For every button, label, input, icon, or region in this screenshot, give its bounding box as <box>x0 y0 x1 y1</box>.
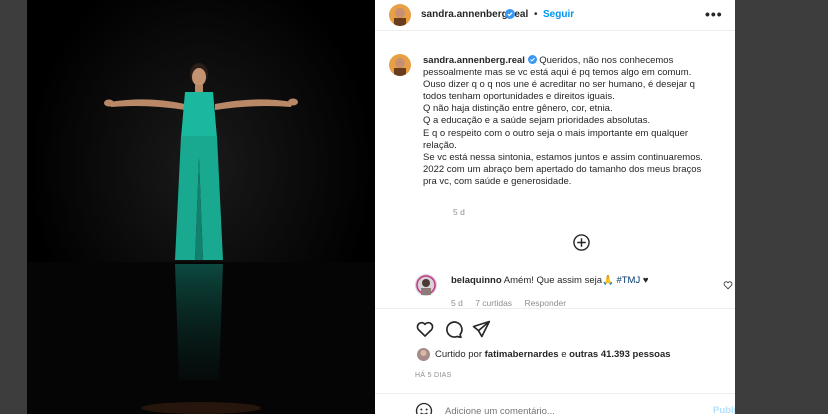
avatar[interactable] <box>417 348 430 361</box>
verified-badge-icon <box>527 55 537 64</box>
add-comment-bar: Publicar <box>375 393 735 414</box>
heart-emoji: ♥ <box>642 275 649 286</box>
post-date[interactable]: HÁ 5 DIAS <box>415 372 452 379</box>
post-photo[interactable] <box>27 0 375 414</box>
liked-by-user[interactable]: fatimabernardes <box>485 349 559 360</box>
publish-button[interactable]: Publicar <box>713 405 735 414</box>
plus-circle-icon[interactable] <box>573 234 590 251</box>
caption-line: Q a educação e a saúde sejam prioridades… <box>423 115 651 127</box>
separator-dot: • <box>534 9 538 20</box>
caption-line: Ouso dizer q o q nos une é acreditar no … <box>423 79 695 91</box>
comment-timestamp[interactable]: 5 d <box>451 298 463 308</box>
caption-first-line: sandra.annenberg.real Queridos, não nos … <box>423 55 723 67</box>
caption-line: Q não haja distinção entre gênero, cor, … <box>423 103 613 115</box>
caption-line: E q o respeito com o outro seja o mais i… <box>423 127 689 139</box>
caption-line: relação. <box>423 139 457 151</box>
avatar[interactable] <box>389 54 411 76</box>
caption-line: 2022 com um abraço bem apertado do taman… <box>423 163 702 175</box>
post-actions: Curtido por fatimabernardes e outras 41.… <box>375 308 735 414</box>
post-details-panel: sandra.annenberg.real • Seguir ••• sandr… <box>375 0 735 414</box>
liked-by-middle: e <box>561 349 567 360</box>
post-header: sandra.annenberg.real • Seguir ••• <box>375 0 735 31</box>
comment-text: belaquinno Amém! Que assim seja🙏 #TMJ ♥ <box>451 275 649 286</box>
caption-username[interactable]: sandra.annenberg.real <box>423 55 525 66</box>
reply-button[interactable]: Responder <box>524 298 566 308</box>
caption-line: pra vc, com saúde e generosidade. <box>423 175 572 187</box>
comment-like-heart-icon[interactable] <box>723 280 733 290</box>
paper-plane-icon[interactable] <box>471 319 491 339</box>
comment-likes[interactable]: 7 curtidas <box>475 298 512 308</box>
more-options-icon[interactable]: ••• <box>705 6 723 22</box>
caption-timestamp[interactable]: 5 d <box>453 207 465 217</box>
comment-username[interactable]: belaquinno <box>451 275 502 286</box>
caption-line: Se vc está nessa sintonia, estamos junto… <box>423 151 703 163</box>
comment-body: Amém! Que assim seja🙏 <box>503 275 614 286</box>
emoji-icon[interactable] <box>415 402 433 414</box>
verified-badge-icon <box>505 9 515 19</box>
comment-meta: 5 d 7 curtidas Responder <box>451 298 576 308</box>
liked-by-others[interactable]: outras 41.393 pessoas <box>569 349 670 360</box>
avatar[interactable] <box>415 274 437 296</box>
post-modal: sandra.annenberg.real • Seguir ••• sandr… <box>27 0 735 414</box>
heart-icon[interactable] <box>415 319 435 339</box>
bookmark-icon[interactable] <box>732 319 735 339</box>
liked-by-prefix: Curtido por <box>435 349 482 360</box>
follow-button[interactable]: Seguir <box>543 9 574 20</box>
caption-line: pessoalmente mas se vc está aqui é pq te… <box>423 67 692 79</box>
hashtag-link[interactable]: #TMJ <box>616 275 640 286</box>
caption-line: Queridos, não nos conhecemos <box>539 55 674 66</box>
post-caption: sandra.annenberg.real Queridos, não nos … <box>423 55 723 188</box>
comment-input[interactable] <box>443 405 579 414</box>
comment-icon[interactable] <box>443 319 463 339</box>
avatar[interactable] <box>389 4 411 26</box>
caption-line: todos tenham oportunidades e direitos ig… <box>423 91 615 103</box>
liked-by-text: Curtido por fatimabernardes e outras 41.… <box>435 349 671 360</box>
comments-area[interactable]: sandra.annenberg.real Queridos, não nos … <box>375 31 735 308</box>
